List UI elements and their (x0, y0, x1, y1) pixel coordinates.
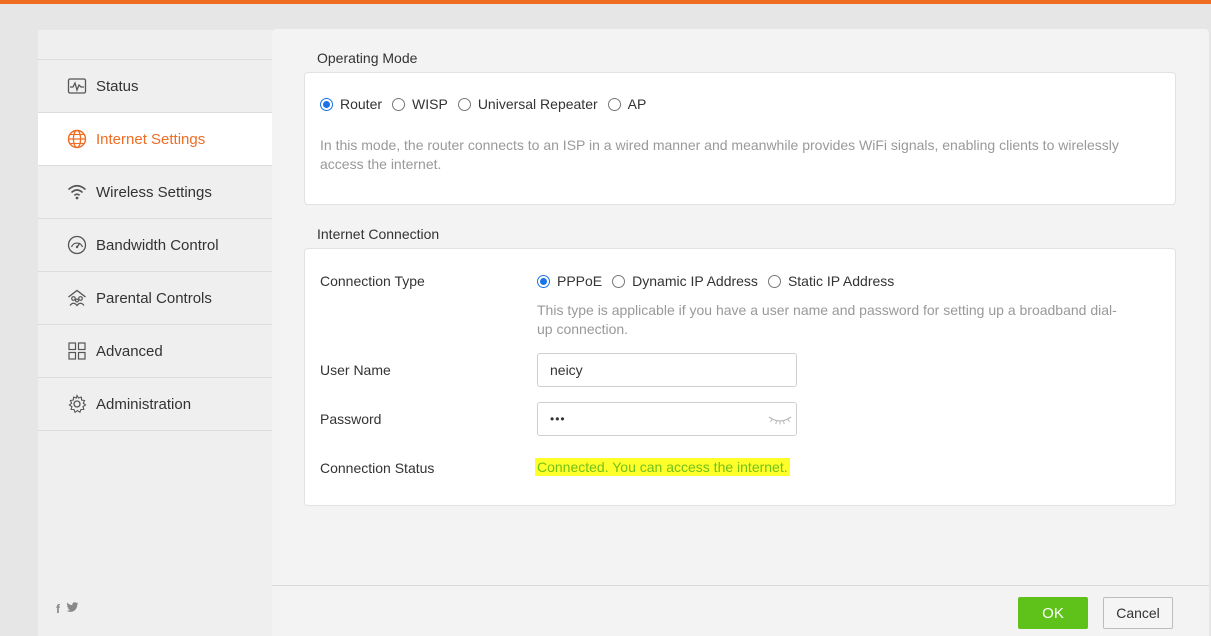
wifi-icon (67, 182, 87, 202)
type-dynamic-ip-option[interactable]: Dynamic IP Address (612, 273, 758, 289)
internet-connection-card: Connection Type PPPoE Dynamic IP Address… (304, 248, 1176, 506)
type-pppoe-option[interactable]: PPPoE (537, 273, 602, 289)
sidebar: Status Internet Settings Wireless Settin… (38, 30, 272, 636)
connection-status-label: Connection Status (320, 460, 435, 476)
sidebar-nav: Status Internet Settings Wireless Settin… (38, 59, 272, 431)
sidebar-item-label: Advanced (96, 342, 163, 360)
internet-connection-title: Internet Connection (317, 226, 440, 242)
mode-ap-option[interactable]: AP (607, 96, 646, 112)
connection-status-value: Connected. You can access the internet. (535, 458, 790, 476)
gauge-icon (67, 235, 87, 255)
operating-mode-title: Operating Mode (317, 50, 418, 66)
sidebar-item-status[interactable]: Status (38, 60, 272, 113)
type-static-ip-option[interactable]: Static IP Address (767, 273, 894, 289)
radio-button[interactable] (612, 274, 626, 288)
gear-icon (67, 394, 87, 414)
connection-type-options: PPPoE Dynamic IP Address Static IP Addre… (537, 273, 904, 289)
radio-button[interactable] (607, 97, 621, 111)
operating-mode-options: Router WISP Universal Repeater AP (320, 96, 656, 112)
password-label: Password (320, 411, 382, 427)
parental-controls-icon (67, 288, 87, 308)
password-value: ••• (550, 412, 566, 426)
sidebar-item-internet-settings[interactable]: Internet Settings (38, 113, 272, 166)
sidebar-item-label: Parental Controls (96, 289, 212, 307)
status-monitor-icon (67, 76, 87, 96)
mode-wisp-option[interactable]: WISP (392, 96, 448, 112)
sidebar-item-bandwidth-control[interactable]: Bandwidth Control (38, 219, 272, 272)
password-input[interactable]: ••• (537, 402, 797, 436)
radio-button[interactable] (457, 97, 471, 111)
footer-bar: OK Cancel (272, 585, 1209, 636)
globe-icon (67, 129, 87, 149)
ok-button[interactable]: OK (1018, 597, 1088, 629)
sidebar-item-label: Administration (96, 395, 192, 413)
sidebar-item-administration[interactable]: Administration (38, 378, 272, 431)
sidebar-item-label: Internet Settings (96, 130, 206, 148)
radio-button[interactable] (320, 97, 333, 111)
main-content: Operating Mode Router WISP Universal Rep… (272, 29, 1209, 636)
mode-universal-repeater-option[interactable]: Universal Repeater (457, 96, 598, 112)
twitter-icon[interactable] (66, 602, 79, 616)
radio-button[interactable] (767, 274, 781, 288)
connection-type-description: This type is applicable if you have a us… (537, 302, 1117, 337)
mode-router-option[interactable]: Router (320, 96, 382, 112)
sidebar-item-wireless-settings[interactable]: Wireless Settings (38, 166, 272, 219)
username-label: User Name (320, 362, 391, 378)
social-links: f (56, 602, 79, 616)
top-accent-bar (0, 0, 1211, 4)
cancel-button[interactable]: Cancel (1103, 597, 1173, 629)
sidebar-item-label: Bandwidth Control (96, 236, 219, 254)
radio-button[interactable] (392, 97, 406, 111)
facebook-icon[interactable]: f (56, 602, 60, 616)
sidebar-item-label: Wireless Settings (96, 183, 212, 201)
username-input[interactable]: neicy (537, 353, 797, 387)
connection-type-label: Connection Type (320, 273, 425, 289)
operating-mode-description: In this mode, the router connects to an … (320, 137, 1119, 172)
grid-icon (67, 341, 87, 361)
eye-closed-icon[interactable] (768, 413, 792, 429)
sidebar-item-label: Status (96, 77, 139, 95)
sidebar-item-advanced[interactable]: Advanced (38, 325, 272, 378)
sidebar-item-parental-controls[interactable]: Parental Controls (38, 272, 272, 325)
radio-button[interactable] (537, 274, 550, 288)
operating-mode-card: Router WISP Universal Repeater AP In thi… (304, 72, 1176, 205)
